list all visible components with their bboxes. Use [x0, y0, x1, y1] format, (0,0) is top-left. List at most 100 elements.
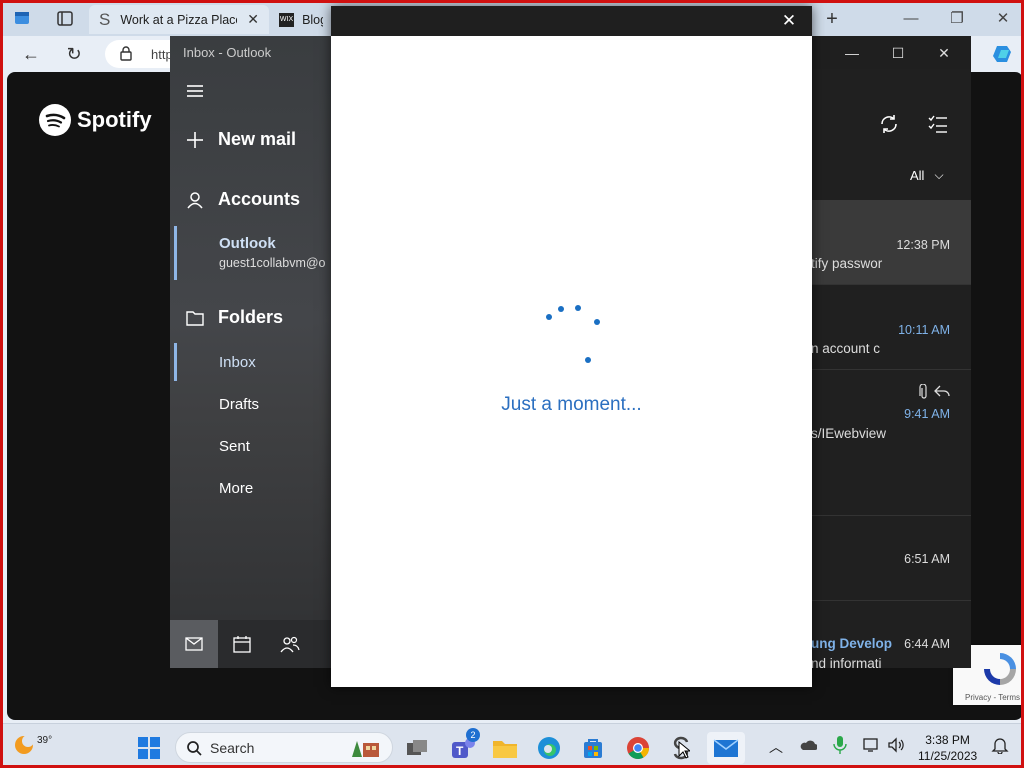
browser-profile-icon[interactable]: [11, 8, 35, 30]
folder-icon: [186, 311, 204, 326]
edge-icon: [538, 737, 560, 759]
message-item[interactable]: ung Develop 6:44 AM nd informati: [811, 601, 971, 686]
message-snippet: n account c: [811, 341, 881, 356]
folder-more[interactable]: More: [219, 480, 253, 497]
store-button[interactable]: [577, 732, 609, 764]
mail-window-title: Inbox - Outlook: [183, 45, 272, 60]
back-arrow-icon[interactable]: ←: [19, 43, 43, 65]
mail-navigation-pane: Inbox - Outlook New mail Accounts Outloo…: [170, 36, 331, 668]
tab-blog[interactable]: WIX Blog: [269, 5, 333, 34]
recaptcha-links[interactable]: Privacy - Terms: [956, 693, 1020, 702]
new-tab-button[interactable]: +: [820, 8, 844, 30]
file-explorer-button[interactable]: [489, 732, 521, 764]
folders-label: Folders: [218, 307, 284, 327]
task-view-button[interactable]: [401, 732, 433, 764]
message-snippet: nd informati: [811, 656, 882, 671]
search-label: Search: [210, 739, 255, 756]
close-icon[interactable]: ✕: [247, 11, 259, 28]
onedrive-icon[interactable]: [799, 738, 818, 754]
folder-icon: [493, 741, 517, 758]
clock-time: 3:38 PM: [925, 733, 970, 747]
clock-date: 11/25/2023: [918, 749, 978, 763]
dialog-close-icon[interactable]: ✕: [778, 10, 800, 32]
select-mode-icon[interactable]: [927, 113, 949, 135]
mail-icon: [185, 637, 203, 651]
message-sender: ung Develop: [811, 636, 893, 651]
tab-actions-icon[interactable]: [53, 8, 77, 30]
system-clock[interactable]: 3:38 PM 11/25/2023: [918, 732, 977, 764]
message-time: 6:44 AM: [904, 637, 950, 651]
message-snippet: s/IEwebview: [811, 426, 887, 441]
mail-switch-button[interactable]: [170, 620, 218, 668]
chrome-icon: [627, 737, 649, 759]
message-time: 9:41 AM: [904, 407, 950, 421]
account-selection-indicator: [174, 226, 177, 280]
weather-temperature: 39°: [37, 735, 53, 746]
accounts-label: Accounts: [218, 189, 301, 209]
accounts-header[interactable]: Accounts: [170, 189, 331, 213]
mail-bottom-bar: [170, 620, 331, 668]
people-switch-button[interactable]: [266, 620, 314, 668]
mail-close-icon[interactable]: ✕: [921, 41, 967, 65]
loading-spinner: [546, 302, 606, 367]
notifications-icon[interactable]: [991, 736, 1009, 757]
restore-icon[interactable]: ❐: [935, 7, 979, 31]
chevron-up-icon[interactable]: ︿: [769, 737, 783, 757]
folder-sent[interactable]: Sent: [219, 438, 250, 455]
brand-name: Spotify: [77, 107, 152, 132]
new-mail-button[interactable]: New mail: [170, 129, 331, 153]
spinner-dot: [558, 306, 564, 312]
message-item[interactable]: 10:11 AM n account c: [811, 285, 971, 370]
tab-pizza-place[interactable]: S Work at a Pizza Place ✕: [89, 5, 269, 34]
person-icon: [187, 192, 203, 209]
message-item[interactable]: 6:51 AM: [811, 516, 971, 601]
filter-dropdown[interactable]: All ⌵: [910, 168, 944, 183]
start-button[interactable]: [133, 732, 165, 764]
refresh-icon[interactable]: ↻: [62, 43, 86, 65]
plus-icon: [187, 132, 203, 148]
taskbar: 39° Search T 2 ︿ 3:38 PM 11/25/2023: [3, 723, 1021, 765]
search-highlight-icon: [346, 737, 382, 762]
message-time: 6:51 AM: [904, 552, 950, 566]
tab-title: Blog: [302, 12, 323, 27]
notification-badge: 2: [466, 728, 480, 742]
mail-minimize-icon[interactable]: —: [829, 41, 875, 65]
folder-drafts[interactable]: Drafts: [219, 396, 259, 413]
tab-title: Work at a Pizza Place: [120, 12, 238, 27]
account-name[interactable]: Outlook: [219, 235, 276, 252]
message-snippet: tify passwor: [811, 256, 883, 271]
new-mail-label: New mail: [218, 129, 297, 149]
mail-maximize-icon[interactable]: ☐: [875, 41, 921, 65]
teams-button[interactable]: T 2: [446, 728, 480, 764]
account-email: guest1collabvm@o: [219, 256, 326, 270]
microphone-icon[interactable]: [833, 735, 847, 758]
spinner-dot: [575, 305, 581, 311]
folders-header[interactable]: Folders: [170, 307, 331, 331]
volume-icon[interactable]: [887, 737, 905, 756]
edge-button[interactable]: [533, 732, 565, 764]
chrome-button[interactable]: [622, 732, 654, 764]
mail-taskbar-button[interactable]: [707, 732, 745, 764]
minimize-icon[interactable]: —: [889, 7, 933, 31]
screen-frame: S Work at a Pizza Place ✕ WIX Blog + — ❐…: [0, 0, 1024, 768]
network-icon[interactable]: [863, 737, 881, 756]
folder-inbox[interactable]: Inbox: [219, 354, 256, 371]
spotify-logo[interactable]: Spotify: [39, 104, 152, 136]
sync-icon[interactable]: [878, 113, 900, 135]
hamburger-menu-button[interactable]: [170, 82, 331, 102]
hamburger-icon: [187, 85, 203, 97]
message-item[interactable]: 9:41 AM s/IEwebview: [811, 370, 971, 516]
windows-logo-icon: [138, 737, 160, 759]
store-icon: [584, 739, 602, 758]
taskbar-search[interactable]: Search: [175, 732, 393, 763]
copilot-icon[interactable]: [991, 42, 1017, 66]
close-window-icon[interactable]: ✕: [981, 7, 1021, 31]
search-icon: [187, 740, 202, 756]
mouse-cursor: [678, 740, 692, 764]
spinner-dot: [585, 357, 591, 363]
message-time: 12:38 PM: [896, 238, 950, 252]
reply-icon: [934, 384, 950, 401]
calendar-switch-button[interactable]: [218, 620, 266, 668]
message-item[interactable]: 12:38 PM tify passwor: [811, 200, 971, 285]
weather-widget[interactable]: 39°: [13, 733, 52, 755]
